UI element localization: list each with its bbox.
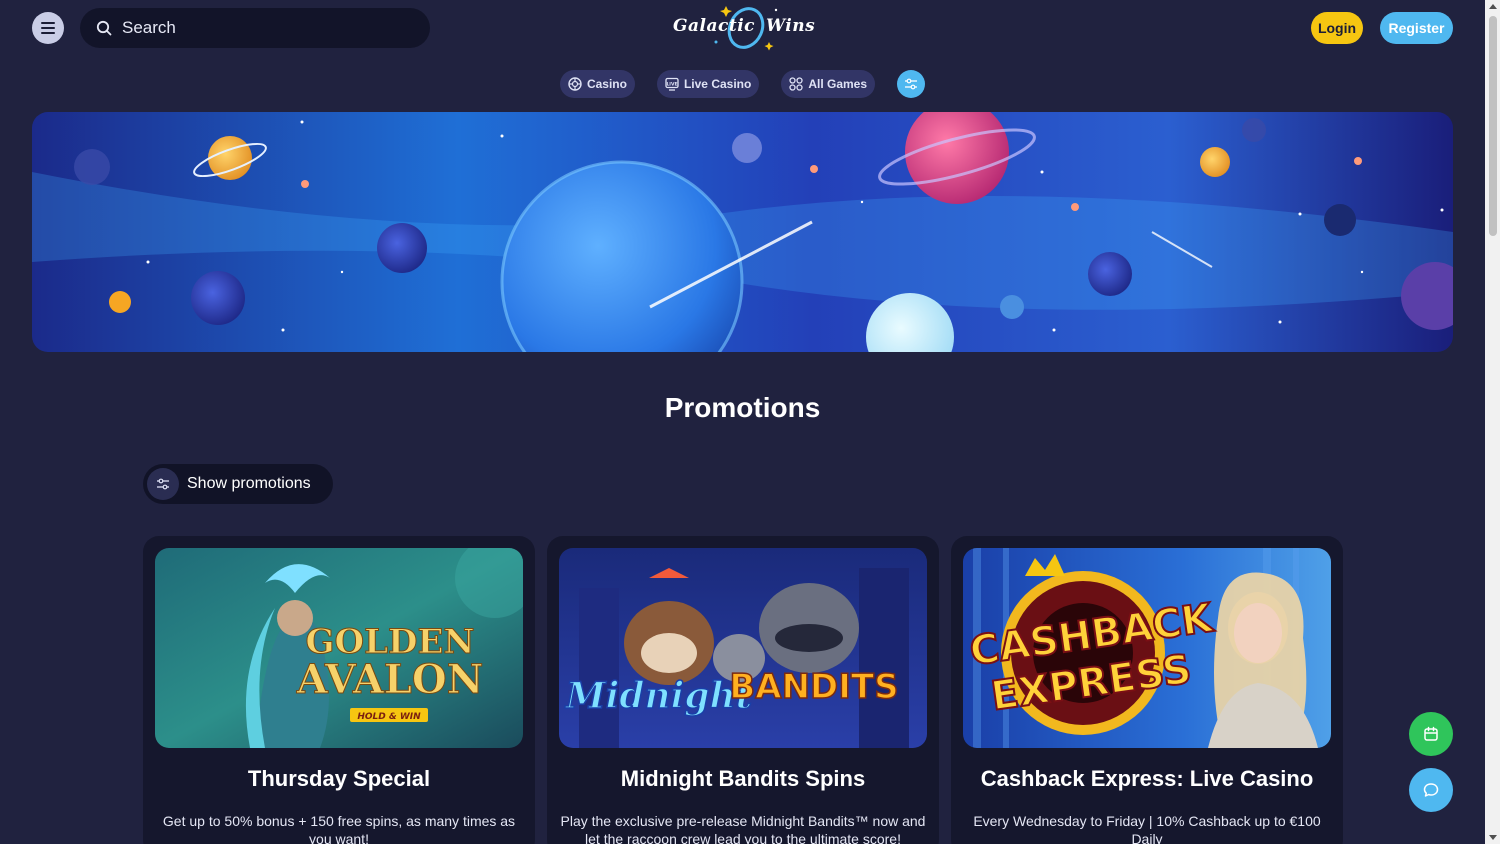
promo-title: Thursday Special xyxy=(247,766,431,791)
menu-button[interactable] xyxy=(32,12,64,44)
chat-fab-button[interactable] xyxy=(1409,768,1453,812)
chat-bubble-icon xyxy=(1423,783,1439,797)
filter-sliders-icon xyxy=(905,78,918,90)
hold-and-win-badge: HOLD & WIN xyxy=(357,712,421,722)
page-title: Promotions xyxy=(664,392,821,423)
category-nav: Casino LIVE Live Casino All Games xyxy=(0,70,1485,98)
hero-banner[interactable] xyxy=(32,112,1453,352)
tab-all-games[interactable]: All Games xyxy=(781,70,876,98)
midnight-logo-line1: Midnight xyxy=(564,675,753,717)
promo-title: Cashback Express: Live Casino xyxy=(980,766,1314,791)
logo-text-wins: Wins xyxy=(766,16,816,36)
page-scrollbar[interactable] xyxy=(1485,0,1500,844)
promo-description: Every Wednesday to Friday | 10% Cashback… xyxy=(973,813,1321,844)
tab-casino-label: Casino xyxy=(586,77,627,91)
promo-description: Get up to 50% bonus + 150 free spins, as… xyxy=(162,813,516,844)
promo-card[interactable]: Midnight BANDITS Midnight Bandits Spins … xyxy=(547,536,939,844)
svg-text:LIVE: LIVE xyxy=(666,81,677,87)
promo-description: Play the exclusive pre-release Midnight … xyxy=(560,813,926,844)
show-promotions-button[interactable]: Show promotions xyxy=(143,464,333,504)
bandits-logo-line2: BANDITS xyxy=(729,667,898,707)
login-button[interactable]: Login xyxy=(1311,12,1363,44)
live-tv-icon: LIVE xyxy=(665,77,679,91)
scroll-up-arrow-icon[interactable] xyxy=(1489,4,1497,9)
tab-casino[interactable]: Casino xyxy=(559,70,635,98)
promo-card[interactable]: CASHBACK EXPRESS Cashback Express: Live … xyxy=(951,536,1343,844)
promo-image-midnight-bandits[interactable]: Midnight BANDITS xyxy=(559,548,927,748)
tab-live-casino[interactable]: LIVE Live Casino xyxy=(656,70,760,98)
grid-icon xyxy=(789,77,803,91)
search-input[interactable] xyxy=(122,18,402,38)
promo-card[interactable]: GOLDEN AVALON HOLD & WIN Thursday Specia… xyxy=(143,536,535,844)
filter-button[interactable] xyxy=(897,70,926,98)
show-promotions-label: Show promotions xyxy=(187,475,311,492)
promo-image-golden-avalon[interactable]: GOLDEN AVALON HOLD & WIN xyxy=(155,548,523,748)
search-bar[interactable] xyxy=(80,8,430,48)
tab-live-casino-label: Live Casino xyxy=(683,77,752,91)
scroll-thumb[interactable] xyxy=(1489,16,1497,236)
search-icon xyxy=(96,20,112,36)
filter-sliders-icon xyxy=(147,468,179,500)
register-button[interactable]: Register xyxy=(1380,12,1453,44)
hamburger-icon xyxy=(41,22,55,34)
scroll-down-arrow-icon[interactable] xyxy=(1489,835,1497,840)
space-banner-image xyxy=(32,112,1453,352)
calendar-fab-button[interactable] xyxy=(1409,712,1453,756)
casino-chip-icon xyxy=(568,77,582,91)
logo-text-galactic: Galactic xyxy=(673,16,756,36)
golden-avalon-line2: AVALON xyxy=(296,656,484,703)
calendar-icon xyxy=(1424,726,1438,741)
tab-all-games-label: All Games xyxy=(808,77,868,91)
promo-title: Midnight Bandits Spins xyxy=(620,766,866,791)
site-logo[interactable]: Galactic Wins xyxy=(666,2,822,54)
promo-image-cashback-express[interactable]: CASHBACK EXPRESS xyxy=(963,548,1331,748)
